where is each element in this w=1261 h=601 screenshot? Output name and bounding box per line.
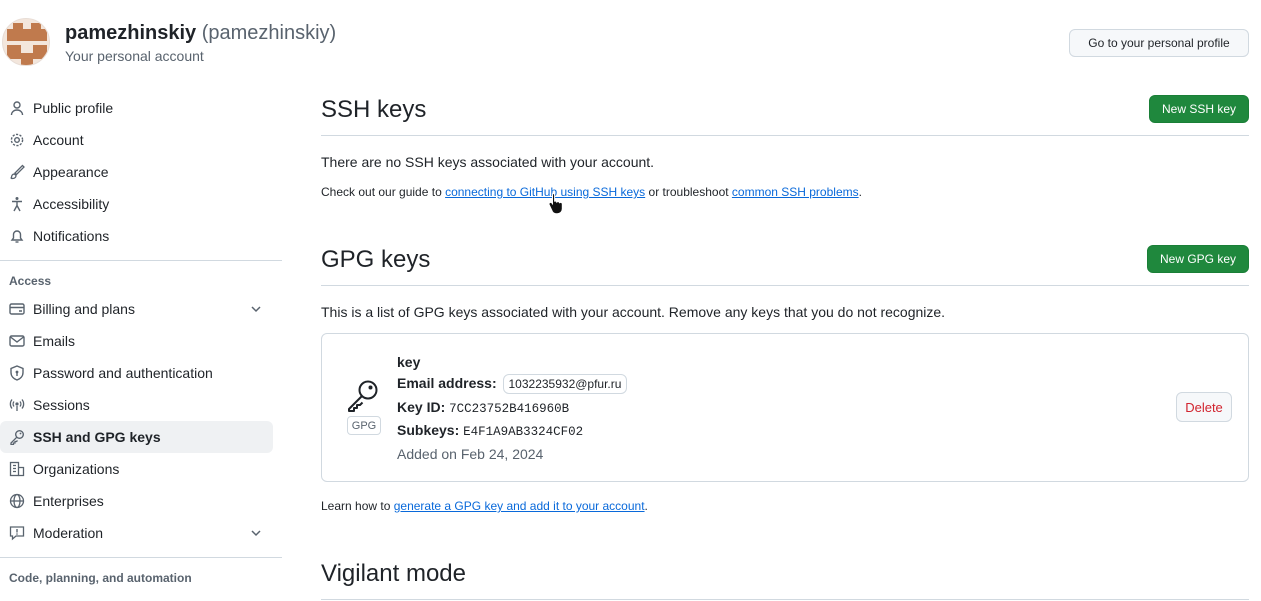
paintbrush-icon: [9, 164, 25, 180]
gpg-badge: GPG: [347, 416, 381, 435]
ssh-keys-title: SSH keys: [321, 96, 427, 123]
sidebar-item-label: Password and authentication: [33, 365, 213, 381]
sidebar-item-label: Appearance: [33, 164, 109, 180]
sidebar-item-public-profile[interactable]: Public profile: [0, 92, 282, 124]
gear-icon: [9, 132, 25, 148]
gpg-learn-suffix: .: [644, 499, 648, 513]
sidebar-item-label: Moderation: [33, 525, 104, 541]
globe-icon: [9, 493, 25, 509]
new-gpg-key-button[interactable]: New GPG key: [1147, 245, 1249, 273]
sidebar-item-label: Enterprises: [33, 493, 104, 509]
subkeys-value: E4F1A9AB3324CF02: [463, 425, 584, 439]
section-divider: [321, 135, 1249, 136]
report-icon: [9, 525, 25, 541]
sidebar-item-billing[interactable]: Billing and plans: [0, 293, 282, 325]
person-icon: [9, 100, 25, 116]
section-divider: [321, 285, 1249, 286]
mail-icon: [9, 333, 25, 349]
sidebar-item-notifications[interactable]: Notifications: [0, 220, 282, 252]
email-label: Email address:: [397, 375, 497, 391]
organization-icon: [9, 461, 25, 477]
shield-lock-icon: [9, 365, 25, 381]
sidebar-item-label: Account: [33, 132, 84, 148]
sidebar-item-label: Emails: [33, 333, 76, 349]
sidebar-item-sessions[interactable]: Sessions: [0, 389, 282, 421]
accessibility-icon: [9, 196, 25, 212]
sidebar-divider: [0, 557, 282, 558]
gpg-key-name: key: [397, 354, 421, 370]
new-ssh-key-button[interactable]: New SSH key: [1149, 95, 1249, 123]
sidebar-item-emails[interactable]: Emails: [0, 325, 282, 357]
gpg-key-id-row: Key ID: 7CC23752B416960B: [397, 399, 569, 416]
sidebar-item-label: Accessibility: [33, 196, 110, 212]
ssh-guide-mid: or troubleshoot: [645, 185, 732, 199]
chevron-down-icon[interactable]: [248, 301, 264, 320]
ssh-guide-prefix: Check out our guide to: [321, 185, 446, 199]
gpg-key-card: GPG key Email address: 1032235932@pfur.r…: [321, 333, 1249, 482]
gpg-key-added-date: Added on Feb 24, 2024: [397, 446, 544, 462]
gpg-learn-prefix: Learn how to: [321, 499, 394, 513]
username: pamezhinskiy: [65, 22, 197, 44]
sidebar-item-appearance[interactable]: Appearance: [0, 156, 282, 188]
key-icon: [9, 429, 25, 445]
credit-card-icon: [9, 301, 25, 317]
key-id-value: 7CC23752B416960B: [449, 402, 570, 416]
gpg-description: This is a list of GPG keys associated wi…: [321, 304, 946, 320]
sidebar-heading-access: Access: [9, 274, 52, 288]
sidebar-item-account[interactable]: Account: [0, 124, 282, 156]
sidebar-item-label: Organizations: [33, 461, 120, 477]
gpg-learn-link[interactable]: generate a GPG key and add it to your ac…: [394, 499, 645, 513]
chevron-down-icon[interactable]: [248, 525, 264, 544]
ssh-guide-text: Check out our guide to connecting to Git…: [321, 185, 862, 199]
avatar[interactable]: [2, 18, 50, 66]
subkeys-label: Subkeys:: [397, 422, 460, 438]
gpg-keys-title: GPG keys: [321, 246, 431, 273]
account-subtitle: Your personal account: [65, 48, 204, 64]
delete-gpg-key-button[interactable]: Delete: [1176, 392, 1232, 422]
key-id-label: Key ID:: [397, 399, 446, 415]
gpg-key-email-row: Email address: 1032235932@pfur.ru: [397, 374, 628, 394]
account-header: pamezhinskiy (pamezhinskiy) Your persona…: [0, 14, 1261, 70]
ssh-guide-link[interactable]: connecting to GitHub using SSH keys: [445, 185, 645, 199]
sidebar-item-label: Public profile: [33, 100, 114, 116]
section-divider: [321, 599, 1249, 600]
broadcast-icon: [9, 397, 25, 413]
ssh-problems-link[interactable]: common SSH problems: [732, 185, 859, 199]
sidebar-item-label: Billing and plans: [33, 301, 135, 317]
account-name: pamezhinskiy (pamezhinskiy): [65, 22, 336, 45]
sidebar-item-label: SSH and GPG keys: [33, 429, 161, 445]
mouse-pointer-cursor: [548, 192, 564, 217]
bell-icon: [9, 228, 25, 244]
email-value: 1032235932@pfur.ru: [502, 374, 628, 394]
gpg-learn-text: Learn how to generate a GPG key and add …: [321, 499, 648, 513]
key-icon: [346, 378, 380, 415]
settings-sidebar: Public profile Account Appearance Access…: [0, 92, 282, 590]
sidebar-divider: [0, 260, 282, 261]
sidebar-item-label: Sessions: [33, 397, 90, 413]
sidebar-heading-code: Code, planning, and automation: [9, 571, 192, 585]
go-to-profile-button[interactable]: Go to your personal profile: [1069, 29, 1249, 57]
vigilant-mode-title: Vigilant mode: [321, 560, 466, 587]
sidebar-item-label: Notifications: [33, 228, 110, 244]
sidebar-item-password[interactable]: Password and authentication: [0, 357, 282, 389]
sidebar-item-accessibility[interactable]: Accessibility: [0, 188, 282, 220]
sidebar-item-moderation[interactable]: Moderation: [0, 517, 282, 549]
ssh-guide-suffix: .: [858, 185, 862, 199]
sidebar-item-organizations[interactable]: Organizations: [0, 453, 282, 485]
user-login: (pamezhinskiy): [201, 22, 337, 44]
sidebar-item-enterprises[interactable]: Enterprises: [0, 485, 282, 517]
gpg-subkeys-row: Subkeys: E4F1A9AB3324CF02: [397, 422, 583, 439]
sidebar-item-ssh-gpg-keys[interactable]: SSH and GPG keys: [0, 421, 273, 453]
ssh-empty-message: There are no SSH keys associated with yo…: [321, 154, 655, 170]
